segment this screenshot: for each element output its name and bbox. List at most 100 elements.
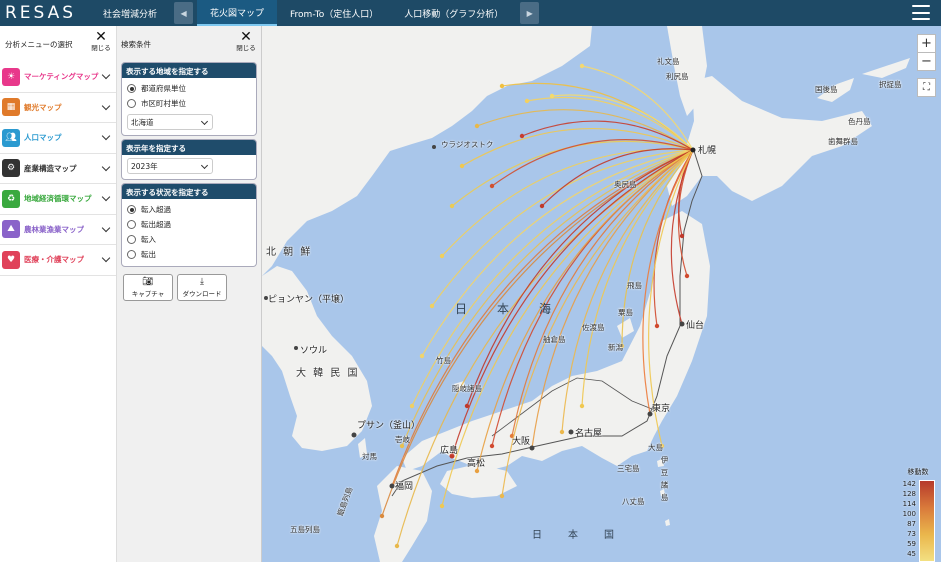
menu-item-label: 農林業漁業マップ <box>24 224 84 234</box>
hamburger-menu-icon[interactable] <box>912 5 930 20</box>
capture-button[interactable]: 📷︎ キャプチャ <box>123 274 173 301</box>
legend-tick: 73 <box>907 530 916 538</box>
legend: 移動数 142 128 114 100 87 73 59 45 <box>899 467 937 562</box>
menu-item[interactable]: ▦ 観光マップ <box>0 93 116 123</box>
tab-from-to[interactable]: From-To（定住人口） <box>277 0 391 26</box>
destination-dot <box>579 63 585 69</box>
nav-prev-arrow-icon[interactable]: ◀ <box>174 2 194 24</box>
search-title: 検索条件 <box>121 39 151 49</box>
label-north-korea: 北 朝 鮮 <box>266 247 313 258</box>
zoom-out-button[interactable]: − <box>917 52 936 71</box>
label-sapporo: 札幌 <box>698 146 717 156</box>
radio-label: 都道府県単位 <box>141 84 186 93</box>
menu-header: 分析メニューの選択 ✕ 閉じる <box>0 26 116 62</box>
search-close-button[interactable]: ✕ 閉じる <box>236 30 256 52</box>
destination-dot <box>439 253 445 259</box>
label-fukuoka: 福岡 <box>395 482 414 492</box>
download-button[interactable]: ⤓ ダウンロード <box>177 274 227 301</box>
search-panel: 検索条件 ✕ 閉じる 表示する地域を指定する 都道府県単位 市区町村単位 北海道… <box>117 26 262 562</box>
chevron-down-icon[interactable] <box>101 223 111 232</box>
label-sado: 佐渡島 <box>582 323 605 332</box>
radio-net-inflow[interactable]: 転入超過 <box>122 202 256 217</box>
year-box: 表示年を指定する 2023年 <box>121 139 257 180</box>
destination-dot <box>499 493 505 499</box>
fullscreen-icon[interactable]: ⛶ <box>917 78 936 97</box>
radio-municipality[interactable]: 市区町村単位 <box>122 96 256 111</box>
destination-dot <box>459 163 465 169</box>
chevron-down-icon <box>200 161 209 170</box>
action-buttons: 📷︎ キャプチャ ⤓ ダウンロード <box>123 274 261 301</box>
menu-item[interactable]: ⚙ 産業構造マップ <box>0 154 116 184</box>
menu-item[interactable]: ♥ 医療・介護マップ <box>0 245 116 276</box>
label-miyake: 三宅島 <box>617 464 640 473</box>
destination-dot <box>409 403 415 409</box>
map-canvas[interactable]: ウラジオストク 札幌 仙台 東京 名古屋 大阪 広島 高松 福岡 プサン（釜山）… <box>262 26 941 562</box>
label-takamatsu: 高松 <box>467 459 486 469</box>
destination-dot <box>679 233 685 239</box>
radio-label: 転入超過 <box>141 205 171 214</box>
tab-social-increase[interactable]: 社会増減分析 <box>90 0 170 26</box>
chevron-down-icon <box>200 117 209 126</box>
menu-item-label: 地域経済循環マップ <box>24 194 92 204</box>
legend-color-bar <box>919 480 935 562</box>
sendai-dot <box>679 321 685 327</box>
radio-outflow[interactable]: 転出 <box>122 247 256 262</box>
resas-logo[interactable]: RESAS <box>0 3 90 23</box>
chevron-down-icon[interactable] <box>101 131 111 141</box>
label-habomai: 歯舞群島 <box>828 137 858 146</box>
radio-label: 市区町村単位 <box>141 99 186 108</box>
mainland-landmass <box>262 26 592 276</box>
menu-item-icon: ♥ <box>2 250 20 269</box>
menu-item-label: 医療・介護マップ <box>24 255 84 265</box>
radio-label: 転出 <box>141 250 156 259</box>
prefecture-select[interactable]: 北海道 <box>127 114 213 130</box>
destination-dot <box>549 93 555 99</box>
year-select[interactable]: 2023年 <box>127 158 213 174</box>
nav-next-arrow-icon[interactable]: ▶ <box>520 2 540 24</box>
label-busan: プサン（釜山） <box>357 421 421 431</box>
chevron-down-icon[interactable] <box>101 192 111 202</box>
label-sea-of-japan: 日 本 海 <box>455 302 554 316</box>
menu-item-label: マーケティングマップ <box>24 72 99 82</box>
menu-item-icon: ⛰ <box>2 220 20 239</box>
tab-fireworks-map[interactable]: 花火図マップ <box>197 0 278 26</box>
tab-population-movement[interactable]: 人口移動（グラフ分析） <box>391 0 516 26</box>
zoom-in-button[interactable]: + <box>917 34 936 53</box>
destination-dot <box>499 83 505 89</box>
menu-title: 分析メニューの選択 <box>5 39 73 49</box>
menu-item-label: 観光マップ <box>24 102 62 112</box>
menu-item[interactable]: 👥︎ 人口マップ <box>0 123 116 154</box>
destination-dot <box>539 203 545 209</box>
year-box-title: 表示年を指定する <box>122 140 256 155</box>
radio-dot <box>127 84 136 93</box>
label-izu: 伊豆諸島 <box>660 456 669 506</box>
label-hachijo: 八丈島 <box>622 497 645 506</box>
menu-close-button[interactable]: ✕ 閉じる <box>91 29 111 52</box>
menu-item-icon: 👥︎ <box>2 128 20 147</box>
radio-prefecture[interactable]: 都道府県単位 <box>122 81 256 96</box>
legend-tick: 142 <box>902 480 916 488</box>
radio-net-outflow[interactable]: 転出超過 <box>122 217 256 232</box>
close-icon: ✕ <box>95 29 107 45</box>
destination-dot <box>684 273 690 279</box>
legend-tick: 87 <box>907 520 916 528</box>
destination-dot <box>474 468 480 474</box>
chevron-down-icon[interactable] <box>101 162 111 171</box>
destination-dot <box>489 183 495 189</box>
menu-item[interactable]: ☀ マーケティングマップ <box>0 62 116 93</box>
legend-tick: 45 <box>907 550 916 558</box>
close-label: 閉じる <box>91 44 111 52</box>
chevron-down-icon[interactable] <box>101 70 111 80</box>
chevron-down-icon[interactable] <box>101 253 111 263</box>
search-header: 検索条件 ✕ 閉じる <box>117 26 261 62</box>
label-awashima: 粟島 <box>618 308 633 317</box>
camera-icon: 📷︎ <box>142 277 154 287</box>
label-vladivostok: ウラジオストク <box>441 140 494 149</box>
chevron-down-icon[interactable] <box>101 101 111 110</box>
app-window: RESAS 社会増減分析 ◀ 花火図マップ From-To（定住人口） 人口移動… <box>0 0 941 562</box>
menu-item[interactable]: ♻ 地域経済循環マップ <box>0 184 116 215</box>
shikoku-landmass <box>440 464 517 498</box>
menu-item[interactable]: ⛰ 農林業漁業マップ <box>0 215 116 245</box>
radio-inflow[interactable]: 転入 <box>122 232 256 247</box>
label-tsushima: 対馬 <box>362 452 377 461</box>
